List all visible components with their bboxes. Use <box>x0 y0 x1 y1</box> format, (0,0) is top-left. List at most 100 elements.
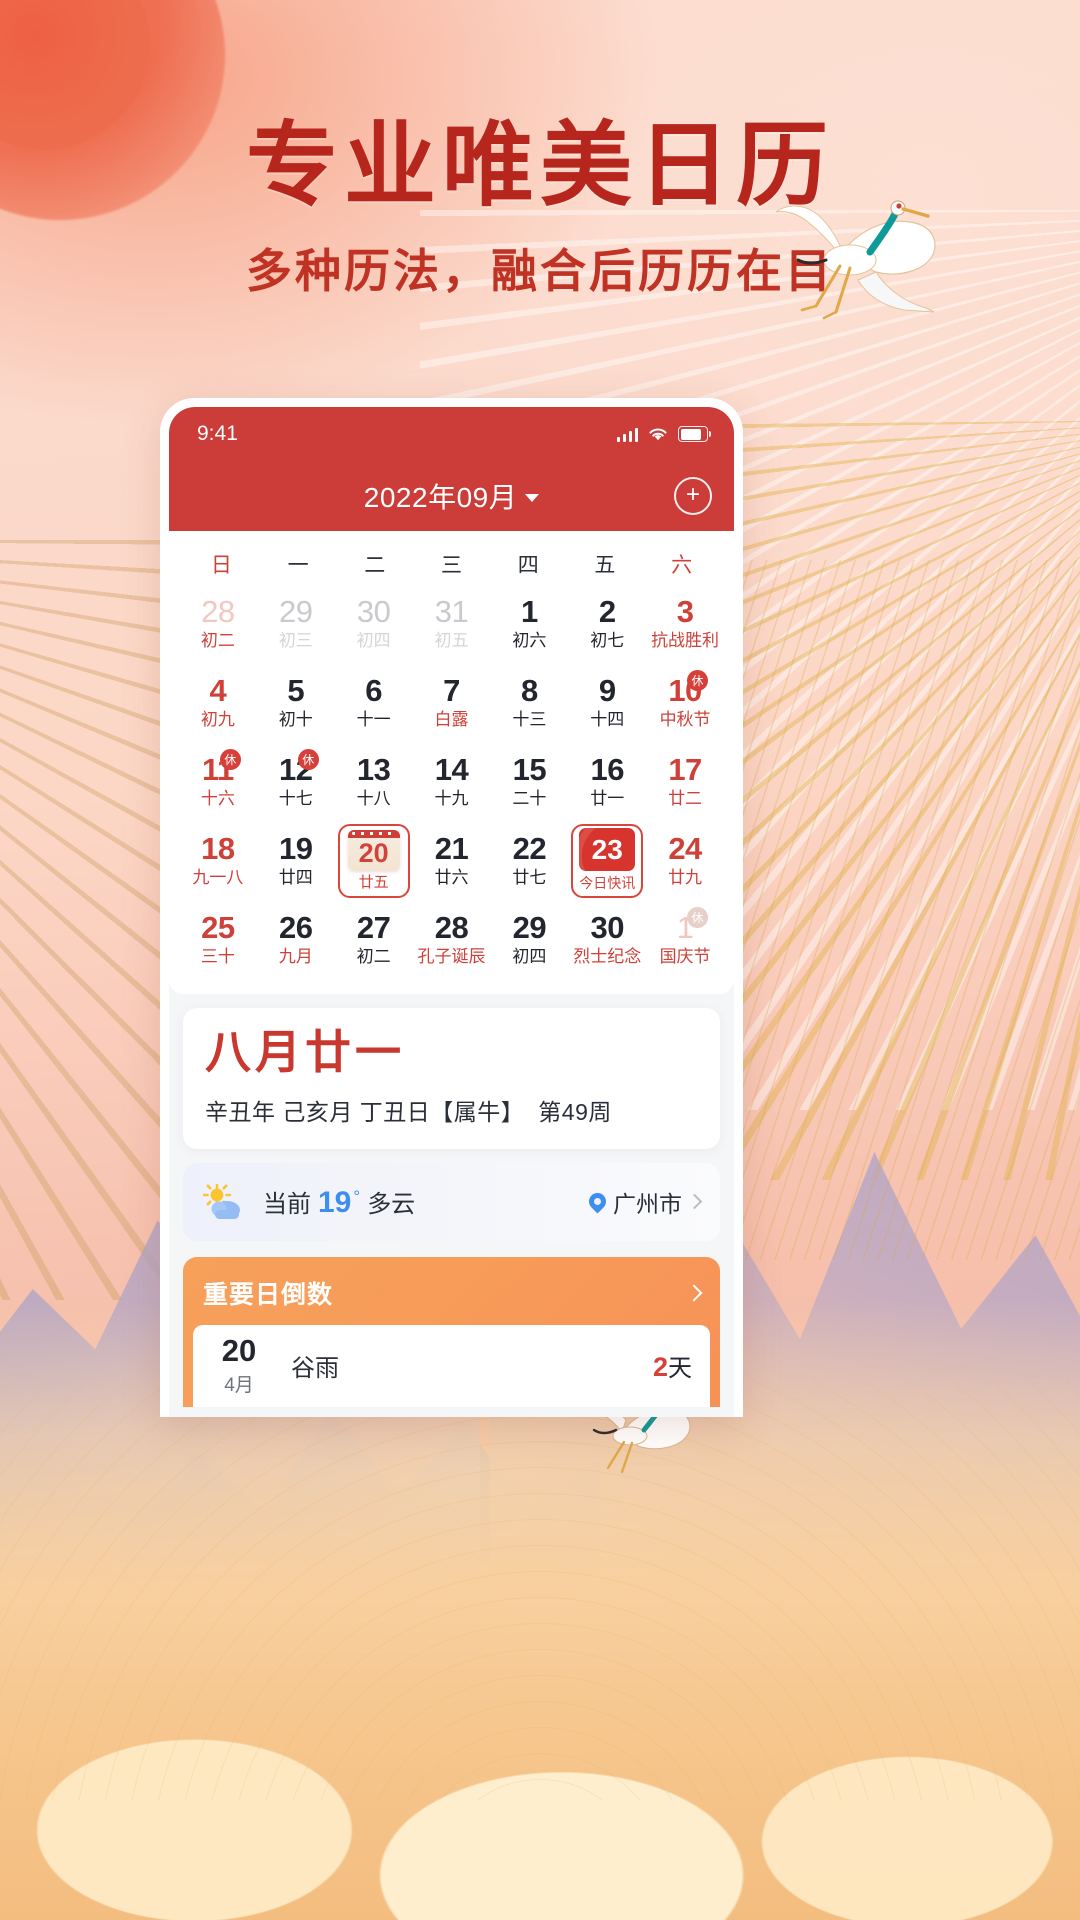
day-lunar-label: 中秋节 <box>659 709 711 729</box>
calendar-day-cell[interactable]: 31 初五 <box>413 585 491 662</box>
day-lunar-label: 孔子诞辰 <box>417 946 486 966</box>
calendar-day-cell[interactable]: 30 烈士纪念 <box>568 901 646 978</box>
calendar-day-cell[interactable]: 7 白露 <box>413 664 491 741</box>
chevron-right-icon <box>685 1284 703 1302</box>
calendar-day-cell[interactable]: 25 三十 <box>179 901 257 978</box>
calendar-day-cell[interactable]: 1 国庆节休 <box>646 901 724 978</box>
calendar-day-cell[interactable]: 3 抗战胜利 <box>646 585 724 662</box>
status-indicators <box>616 426 711 442</box>
calendar-day-cell[interactable]: 4 初九 <box>179 664 257 741</box>
calendar-navbar: 2022年09月 + <box>169 461 734 531</box>
calendar-day-cell[interactable]: 28 孔子诞辰 <box>413 901 491 978</box>
month-selector[interactable]: 2022年09月 <box>364 476 540 516</box>
day-lunar-label: 三十 <box>200 946 235 966</box>
day-number: 24 <box>668 831 702 867</box>
day-lunar-label: 初二 <box>356 946 391 966</box>
calendar-day-cell[interactable]: 15 二十 <box>490 743 568 820</box>
day-lunar-label: 初六 <box>512 630 547 650</box>
weekday-label: 四 <box>517 554 539 577</box>
weather-location: 广州市 <box>613 1190 682 1217</box>
today-label: 今日快讯 <box>579 875 636 891</box>
day-lunar-label: 初九 <box>200 709 235 729</box>
day-lunar-label: 初十 <box>278 709 313 729</box>
calendar-day-cell[interactable]: 23 今日快讯 <box>568 822 646 899</box>
day-lunar-label: 烈士纪念 <box>573 946 642 966</box>
app-screen: 9:41 2022年09月 + 日一二三四五六 28 初二 29 初三 30 初四 <box>169 407 734 1417</box>
weekday-label: 一 <box>287 554 309 577</box>
day-number: 16 <box>590 752 624 788</box>
calendar-day-cell[interactable]: 29 初三 <box>257 585 335 662</box>
day-lunar-label: 抗战胜利 <box>651 630 720 650</box>
calendar-day-cell[interactable]: 22 廿七 <box>490 822 568 899</box>
week-number-text: 第49周 <box>538 1098 612 1125</box>
calendar-day-cell[interactable]: 16 廿一 <box>568 743 646 820</box>
calendar-day-cell[interactable]: 30 初四 <box>335 585 413 662</box>
calendar-day-cell[interactable]: 2 初七 <box>568 585 646 662</box>
calendar-day-cell[interactable]: 20 廿五 <box>335 822 413 899</box>
calendar-day-cell[interactable]: 18 九一八 <box>179 822 257 899</box>
calendar-day-cell[interactable]: 26 九月 <box>257 901 335 978</box>
weekday-label: 二 <box>364 554 386 577</box>
calendar-day-cell[interactable]: 11 十六休 <box>179 743 257 820</box>
calendar-day-cell[interactable]: 29 初四 <box>490 901 568 978</box>
day-lunar-label: 十三 <box>512 709 547 729</box>
calendar-day-cell[interactable]: 9 十四 <box>568 664 646 741</box>
day-lunar-label: 十一 <box>356 709 391 729</box>
calendar-card: 日一二三四五六 28 初二 29 初三 30 初四 31 初五 1 初六 2 初七 3 抗战胜利 4 初九 5 初… <box>169 531 734 994</box>
calendar-day-cell[interactable]: 21 廿六 <box>413 822 491 899</box>
calendar-day-cell[interactable]: 12 十七休 <box>257 743 335 820</box>
day-number: 22 <box>512 831 547 867</box>
countdown-list: 20 4月 谷雨 2天 <box>193 1324 710 1407</box>
day-lunar-label: 二十 <box>512 788 547 808</box>
day-lunar-label: 廿四 <box>278 867 313 887</box>
add-event-button[interactable]: + <box>674 477 712 515</box>
calendar-day-cell[interactable]: 24 廿九 <box>646 822 724 899</box>
day-number: 2 <box>598 594 616 630</box>
day-lunar-label: 初四 <box>356 630 391 650</box>
countdown-row[interactable]: 20 4月 谷雨 2天 <box>193 1335 692 1397</box>
day-number: 30 <box>590 910 624 946</box>
countdown-day: 20 <box>221 1332 257 1368</box>
day-number: 15 <box>512 752 547 788</box>
day-lunar-label: 廿二 <box>668 788 703 808</box>
crane-bird-icon <box>775 200 936 320</box>
weather-temperature: 19 <box>318 1185 352 1219</box>
day-number: 26 <box>279 910 313 946</box>
calendar-day-cell[interactable]: 10 中秋节休 <box>646 664 724 741</box>
calendar-day-cell[interactable]: 8 十三 <box>490 664 568 741</box>
weather-card[interactable]: 当前 19 ° 多云 广州市 <box>183 1162 720 1241</box>
calendar-day-cell[interactable]: 13 十八 <box>335 743 413 820</box>
day-number: 31 <box>434 594 469 630</box>
weather-left-group: 当前 19 ° 多云 <box>202 1183 415 1220</box>
today-badge-icon: 23 <box>579 828 636 871</box>
calendar-day-cell[interactable]: 6 十一 <box>335 664 413 741</box>
day-number: 28 <box>201 594 235 630</box>
day-lunar-label: 初二 <box>200 630 235 650</box>
calendar-day-cell[interactable]: 5 初十 <box>257 664 335 741</box>
calendar-day-cell[interactable]: 1 初六 <box>490 585 568 662</box>
rest-day-badge: 休 <box>686 670 708 691</box>
day-number: 27 <box>356 910 391 946</box>
rest-day-badge: 休 <box>297 749 319 770</box>
day-number: 30 <box>356 594 391 630</box>
day-number: 13 <box>356 752 391 788</box>
countdown-header[interactable]: 重要日倒数 <box>183 1257 720 1325</box>
rest-day-badge: 休 <box>219 749 241 770</box>
day-lunar-label: 十八 <box>356 788 391 808</box>
calendar-day-cell[interactable]: 28 初二 <box>179 585 257 662</box>
lunar-info-card[interactable]: 八月廿一 辛丑年 己亥月 丁丑日【属牛】 第49周 <box>183 1008 720 1149</box>
day-number: 5 <box>287 673 305 709</box>
calendar-day-cell[interactable]: 19 廿四 <box>257 822 335 899</box>
calendar-day-cell[interactable]: 14 十九 <box>413 743 491 820</box>
calendar-day-cell[interactable]: 17 廿二 <box>646 743 724 820</box>
day-number: 8 <box>520 673 538 709</box>
battery-icon <box>678 426 711 442</box>
day-lunar-label: 十六 <box>200 788 235 808</box>
weather-location-group[interactable]: 广州市 <box>585 1185 703 1219</box>
countdown-days-left: 2天 <box>652 1352 692 1383</box>
day-number: 1 <box>520 594 538 630</box>
day-number: 28 <box>434 910 469 946</box>
day-number: 29 <box>512 910 547 946</box>
day-lunar-label: 初五 <box>434 630 469 650</box>
calendar-day-cell[interactable]: 27 初二 <box>335 901 413 978</box>
